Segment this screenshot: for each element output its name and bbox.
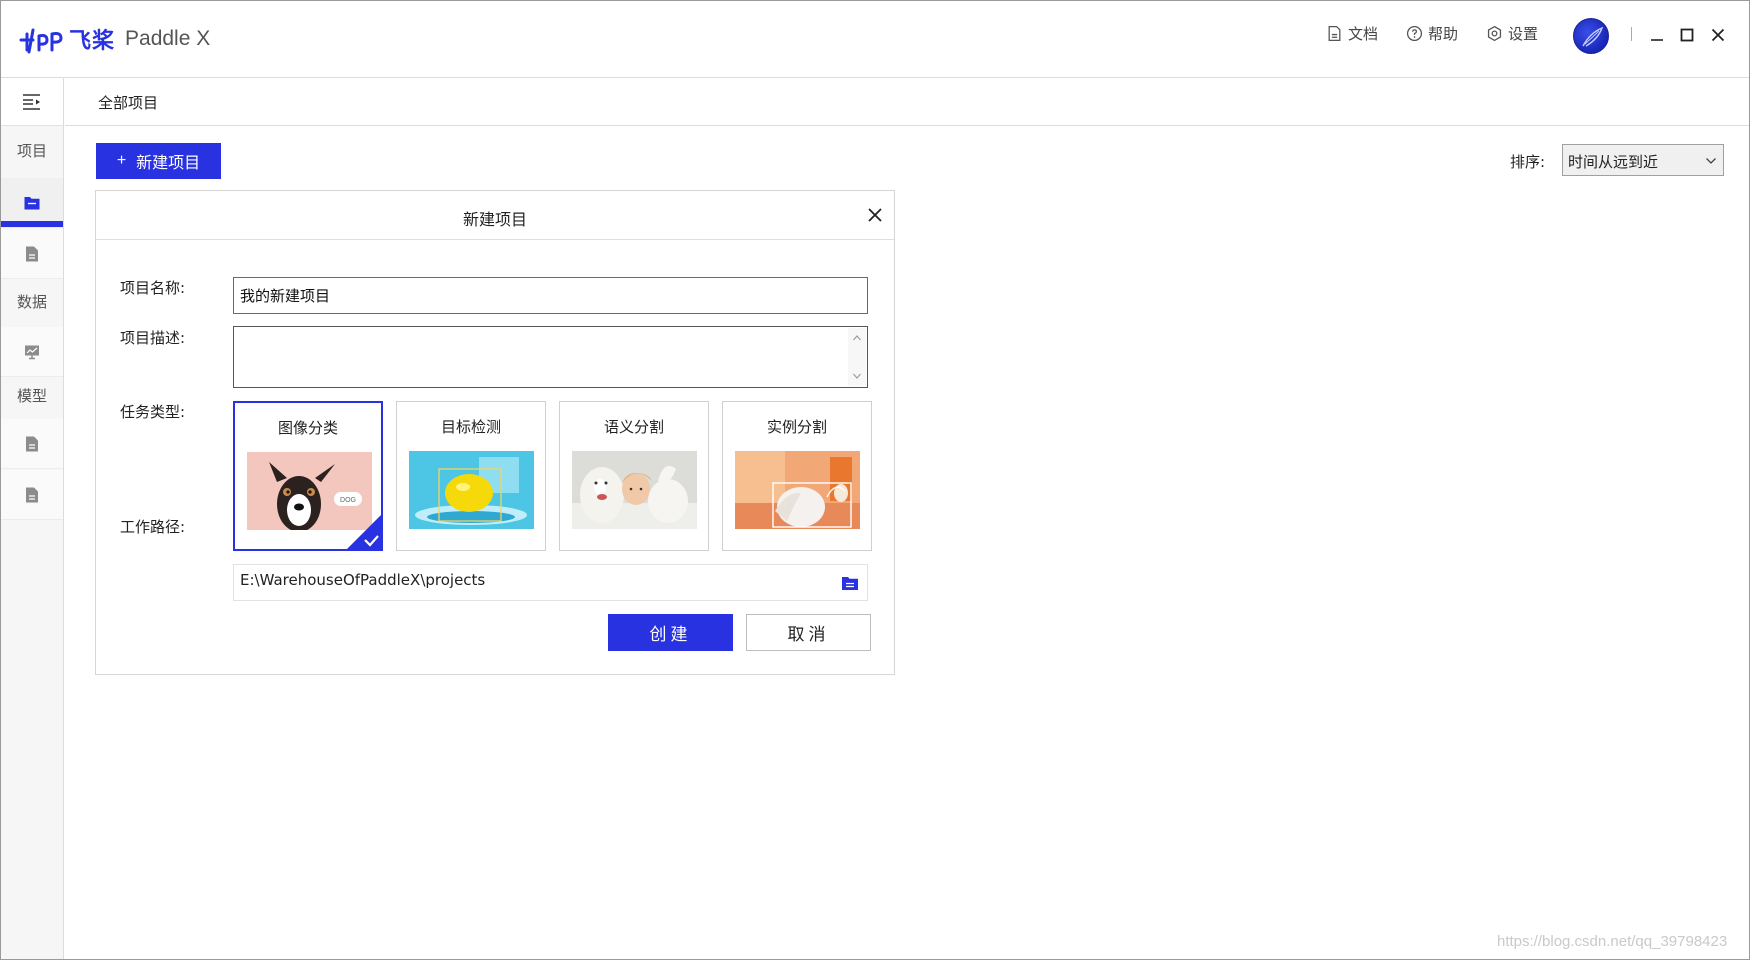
paddle-logo-icon [19,28,63,54]
docs-link[interactable]: 文档 [1326,23,1378,44]
menu-collapse-icon [23,93,40,110]
chevron-down-icon [1706,158,1716,164]
sidebar-item-projects[interactable] [1,178,63,228]
sidebar-item-data[interactable] [1,327,63,377]
instance-segmentation-image [735,451,860,529]
top-actions: 文档 帮助 设置 [1326,23,1566,44]
sidebar-section-models: 模型 [16,387,47,405]
app-logo: 飞桨 Paddle X [19,23,210,55]
settings-link[interactable]: 设置 [1486,23,1538,44]
plus-icon: + [116,152,127,169]
document-icon [1328,25,1341,42]
task-card-label: 实例分割 [766,418,827,436]
breadcrumb-all-projects[interactable]: 全部项目 [98,92,158,113]
titlebar-divider [1631,27,1632,41]
help-label: 帮助 [1428,25,1459,43]
monitor-chart-icon [25,345,39,359]
work-path-value: E:\WarehouseOfPaddleX\projects [240,571,486,589]
feather-avatar-icon [1582,26,1604,47]
file-icon [26,246,38,261]
task-type-label: 任务类型: [120,403,186,421]
scroll-up-icon [853,335,861,341]
selected-check-icon [347,515,381,549]
desc-scrollbar[interactable] [848,328,866,386]
close-window-button[interactable] [1706,23,1730,47]
minimize-button[interactable] [1645,23,1669,47]
sidebar-item-project-detail[interactable] [1,229,63,279]
task-card-detection[interactable]: 目标检测 [396,401,546,551]
svg-text:DOG: DOG [340,497,356,504]
docs-label: 文档 [1348,25,1379,43]
app-window: 飞桨 Paddle X 文档 帮助 设置 项目 数据 模型 全部项目 + 新建项… [0,0,1750,960]
task-card-label: 图像分类 [277,419,338,437]
detection-image [409,451,534,529]
folder-icon [24,196,40,209]
folder-browse-icon[interactable] [841,575,859,591]
logo-english-text: Paddle X [125,27,211,50]
semantic-segmentation-image [572,451,697,529]
dialog-title: 新建项目 [462,210,527,229]
sidebar-item-model-eval[interactable] [1,470,63,520]
close-icon [1711,28,1725,42]
dialog-header: 新建项目 [96,191,894,240]
new-project-dialog: 新建项目 项目名称: 项目描述: 任务类型: 图像分类 [95,190,895,675]
source-watermark: https://blog.csdn.net/qq_39798423 [1497,933,1728,950]
gear-icon [1487,25,1502,42]
sidebar: 项目 数据 模型 [1,78,64,959]
task-card-label: 目标检测 [440,418,501,436]
project-name-label: 项目名称: [120,279,186,297]
new-project-button[interactable]: + 新建项目 [96,143,221,179]
cancel-button[interactable]: 取消 [746,614,871,651]
maximize-button[interactable] [1675,23,1699,47]
project-name-input[interactable] [233,277,868,314]
breadcrumb: 全部项目 [65,78,1749,126]
file-icon [26,487,38,502]
task-card-classification[interactable]: 图像分类 DOG [233,401,383,551]
maximize-icon [1680,28,1694,42]
new-project-label: 新建项目 [136,155,201,172]
task-card-instance-segmentation[interactable]: 实例分割 [722,401,872,551]
sort-select[interactable]: 时间从远到近 [1562,144,1724,176]
task-card-label: 语义分割 [603,418,664,436]
task-card-semantic-segmentation[interactable]: 语义分割 [559,401,709,551]
sidebar-toggle-button[interactable] [1,78,63,126]
sort-label: 排序: [1510,153,1546,171]
minimize-icon [1651,39,1663,41]
sidebar-item-model-train[interactable] [1,419,63,469]
settings-label: 设置 [1508,25,1539,43]
question-circle-icon [1406,25,1423,42]
sidebar-section-data: 数据 [16,293,47,311]
dialog-close-icon[interactable] [865,205,885,225]
work-path-field[interactable]: E:\WarehouseOfPaddleX\projects [233,564,868,601]
project-desc-label: 项目描述: [120,329,186,347]
project-desc-textarea[interactable] [233,326,868,388]
work-path-label: 工作路径: [120,518,186,536]
help-link[interactable]: 帮助 [1406,23,1458,44]
scroll-down-icon [853,373,861,379]
create-button[interactable]: 创建 [608,614,733,651]
sidebar-section-projects: 项目 [16,142,47,160]
user-avatar[interactable] [1573,18,1609,54]
title-bar: 飞桨 Paddle X 文档 帮助 设置 [1,1,1749,78]
logo-chinese-text: 飞桨 [69,29,116,54]
sort-value: 时间从远到近 [1568,153,1659,171]
file-icon [26,436,38,451]
